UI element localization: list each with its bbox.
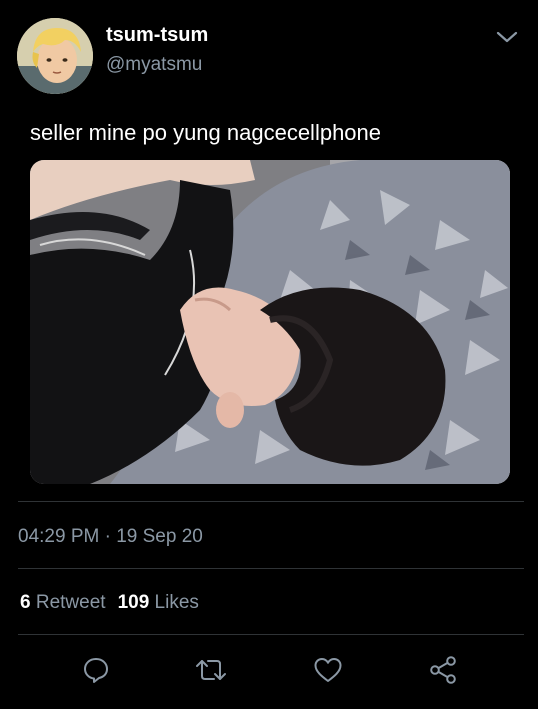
likes-count: 109 xyxy=(117,592,150,613)
avatar-image xyxy=(17,18,93,94)
likes-label: Likes xyxy=(154,592,199,613)
retweet-button[interactable] xyxy=(194,653,228,687)
timestamp-separator: · xyxy=(104,526,111,547)
retweet-stat[interactable]: 6 Retweet xyxy=(20,592,106,613)
divider xyxy=(18,501,524,502)
tweet-timestamp: 04:29 PM · 19 Sep 20 xyxy=(18,526,203,548)
chevron-down-icon[interactable] xyxy=(494,26,520,48)
retweet-count: 6 xyxy=(20,592,31,613)
tweet-photo[interactable] xyxy=(30,160,510,484)
tweet-time: 04:29 PM xyxy=(18,526,100,547)
tweet-date: 19 Sep 20 xyxy=(116,526,203,547)
reply-button[interactable] xyxy=(79,653,113,687)
like-button[interactable] xyxy=(311,653,345,687)
user-handle[interactable]: @myatsmu xyxy=(106,54,202,76)
heart-icon xyxy=(314,658,342,682)
share-button[interactable] xyxy=(426,653,460,687)
reply-icon xyxy=(84,658,108,683)
divider xyxy=(18,634,524,635)
avatar[interactable] xyxy=(17,18,93,94)
tweet-stats: 6 Retweet 109 Likes xyxy=(20,592,199,614)
share-icon xyxy=(430,656,456,684)
display-name[interactable]: tsum-tsum xyxy=(106,24,208,47)
likes-stat[interactable]: 109 Likes xyxy=(118,592,199,613)
tweet-text: seller mine po yung nagcecellphone xyxy=(30,120,382,145)
tweet-detail: tsum-tsum @myatsmu seller mine po yung n… xyxy=(0,0,538,709)
retweet-icon xyxy=(196,660,226,680)
divider xyxy=(18,568,524,569)
retweet-label: Retweet xyxy=(35,592,106,613)
